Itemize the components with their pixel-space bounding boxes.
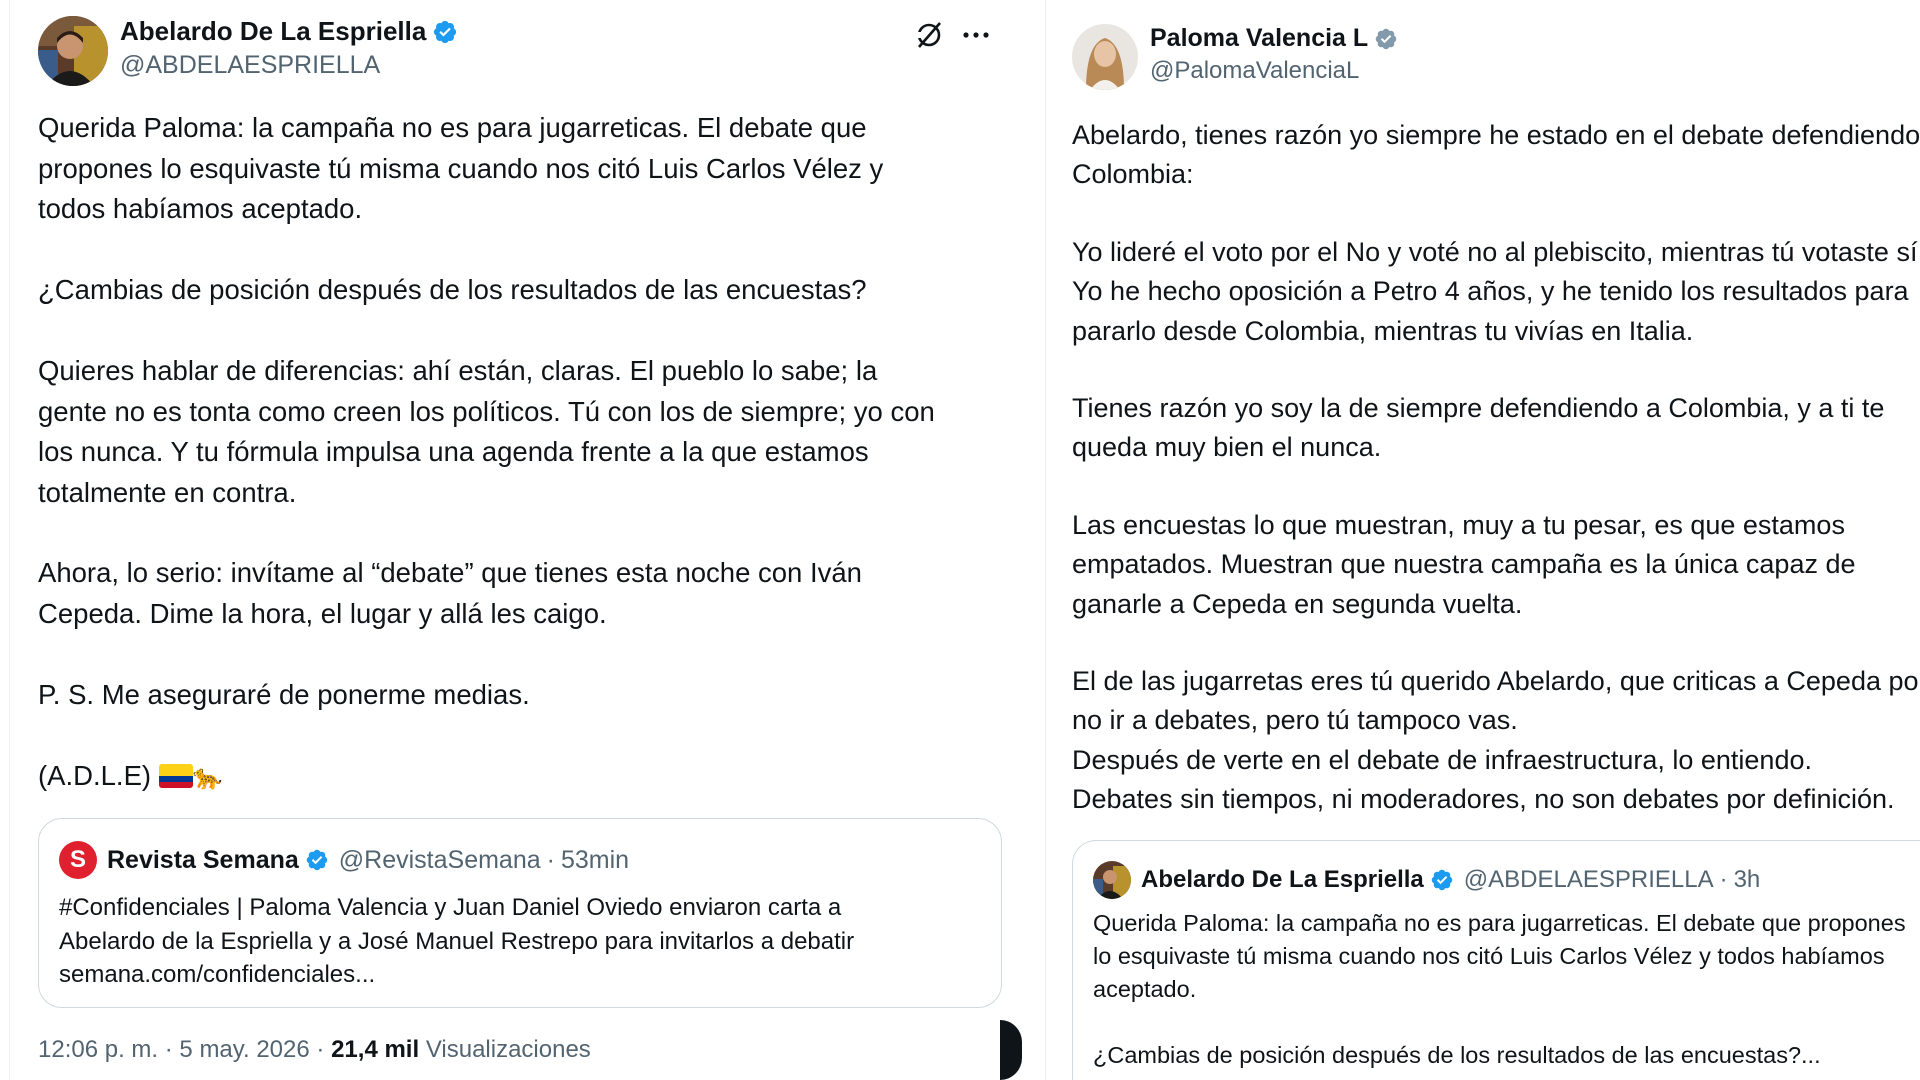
- post-right: Paloma Valencia L @PalomaValenciaL Abela…: [1048, 0, 1920, 1080]
- author-avatar[interactable]: [38, 16, 108, 86]
- post-text-p1: Querida Paloma: la campaña no es para ju…: [38, 112, 884, 224]
- quoted-time[interactable]: 53min: [561, 846, 629, 875]
- quoted-author-name[interactable]: Abelardo De La Espriella: [1141, 866, 1424, 894]
- grok-icon[interactable]: [912, 18, 946, 52]
- post-meta: 12:06 p. m. · 5 may. 2026 · 21,4 mil Vis…: [38, 1036, 591, 1064]
- post-header: Paloma Valencia L @PalomaValenciaL: [1072, 24, 1398, 90]
- quoted-header: S Revista Semana @RevistaSemana · 53min: [59, 841, 629, 879]
- verified-icon: [1430, 868, 1454, 892]
- post-left: Abelardo De La Espriella @ABDELAESPRIELL…: [10, 0, 1045, 1080]
- post-signature: (A.D.L.E) 🐆: [38, 756, 1028, 799]
- quoted-header: Abelardo De La Espriella @ABDELAESPRIELL…: [1093, 861, 1760, 899]
- views-label: Visualizaciones: [425, 1036, 591, 1063]
- panel-divider: [1045, 0, 1046, 1080]
- separator: ·: [164, 1036, 173, 1063]
- post-text-p1: Abelardo, tienes razón yo siempre he est…: [1072, 120, 1920, 190]
- post-text-p4: Las encuestas lo que muestran, muy a tu …: [1072, 510, 1856, 619]
- quoted-post[interactable]: Abelardo De La Espriella @ABDELAESPRIELL…: [1072, 840, 1920, 1080]
- verified-icon: [305, 848, 329, 872]
- semana-logo: S: [59, 841, 97, 879]
- author-name[interactable]: Paloma Valencia L: [1150, 24, 1368, 53]
- views-count: 21,4 mil: [331, 1036, 420, 1063]
- separator: ·: [1719, 866, 1728, 893]
- quoted-post[interactable]: S Revista Semana @RevistaSemana · 53min …: [38, 818, 1002, 1008]
- quoted-time[interactable]: 3h: [1734, 866, 1761, 894]
- scroll-handle[interactable]: [1000, 1020, 1022, 1080]
- verified-icon: [1374, 27, 1398, 51]
- post-text-p2: Yo lideré el voto por el No y voté no al…: [1072, 237, 1920, 346]
- post-text-p3: Quieres hablar de diferencias: ahí están…: [38, 355, 935, 508]
- author-handle[interactable]: @ABDELAESPRIELLA: [120, 51, 458, 80]
- colombia-flag-icon: [158, 764, 193, 788]
- author-avatar[interactable]: [1072, 24, 1138, 90]
- post-header: Abelardo De La Espriella @ABDELAESPRIELL…: [38, 16, 458, 86]
- quoted-text: #Confidenciales | Paloma Valencia y Juan…: [59, 894, 855, 988]
- author-handle[interactable]: @PalomaValenciaL: [1150, 57, 1398, 85]
- post-text-p5: P. S. Me aseguraré de ponerme medias.: [38, 679, 530, 710]
- quoted-avatar: [1093, 861, 1131, 899]
- quoted-author-handle[interactable]: @ABDELAESPRIELLA: [1464, 866, 1714, 894]
- quoted-text: Querida Paloma: la campaña no es para ju…: [1093, 910, 1906, 1068]
- quoted-author-name[interactable]: Revista Semana: [107, 846, 299, 875]
- post-text-p5: El de las jugarretas eres tú querido Abe…: [1072, 666, 1920, 814]
- separator: ·: [546, 845, 555, 874]
- separator: ·: [316, 1036, 325, 1063]
- signature-text: (A.D.L.E): [38, 760, 152, 791]
- jaguar-icon: 🐆: [192, 764, 223, 791]
- post-text-p4: Ahora, lo serio: invítame al “debate” qu…: [38, 557, 862, 629]
- post-time[interactable]: 12:06 p. m.: [38, 1036, 158, 1063]
- more-icon[interactable]: [958, 18, 994, 52]
- post-text-p3: Tienes razón yo soy la de siempre defend…: [1072, 393, 1885, 463]
- quoted-author-handle[interactable]: @RevistaSemana: [339, 846, 541, 875]
- post-date[interactable]: 5 may. 2026: [179, 1036, 309, 1063]
- author-name[interactable]: Abelardo De La Espriella: [120, 16, 426, 47]
- verified-icon: [432, 19, 458, 45]
- post-text-p2: ¿Cambias de posición después de los resu…: [38, 274, 867, 305]
